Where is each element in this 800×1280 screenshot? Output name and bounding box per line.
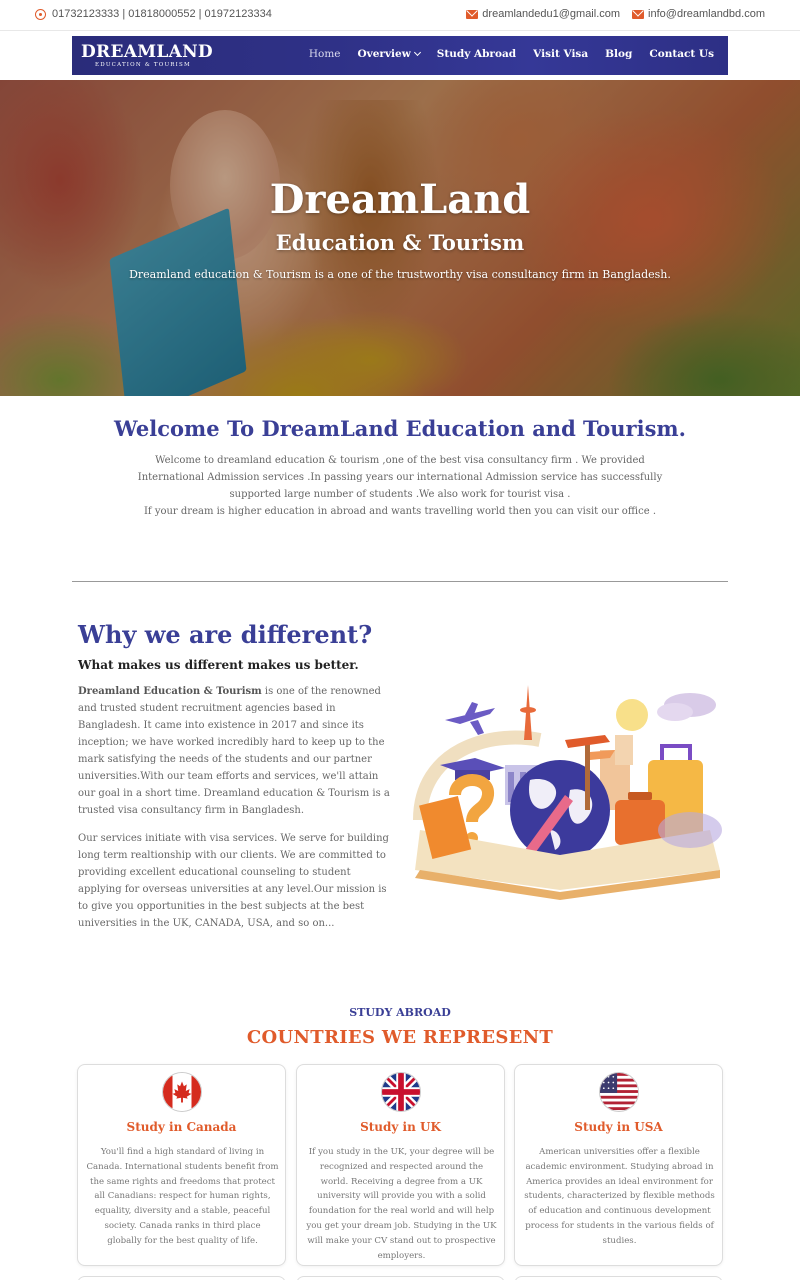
card-text: If you study in the UK, your degree will…	[306, 1147, 497, 1261]
welcome-heading: Welcome To DreamLand Education and Touri…	[114, 416, 686, 441]
email-text-2[interactable]: info@dreamlandbd.com	[648, 8, 765, 20]
card-title[interactable]: Study in UK	[297, 1120, 504, 1134]
study-abroad-label: STUDY ABROAD	[349, 1006, 451, 1019]
country-card-peek	[514, 1276, 723, 1280]
nav-item-visit-visa[interactable]: Visit Visa	[533, 48, 588, 60]
canada-flag-icon	[162, 1072, 202, 1112]
site-logo[interactable]: DREAMLAND EDUCATION & TOURISM	[81, 43, 213, 69]
nav-item-contact-us[interactable]: Contact Us	[649, 48, 714, 60]
email-contacts: dreamlandedu1@gmail.com info@dreamlandbd…	[466, 8, 765, 20]
chevron-down-icon	[413, 48, 421, 57]
company-name-bold: Dreamland Education & Tourism	[78, 686, 262, 697]
travel-education-illustration	[413, 685, 722, 900]
logo-main-text: DREAMLAND	[81, 42, 213, 62]
countries-heading: COUNTRIES WE REPRESENT	[246, 1027, 554, 1048]
logo-sub-text: EDUCATION & TOURISM	[95, 62, 191, 68]
why-paragraph-2: Our services initiate with visa services…	[78, 833, 389, 929]
email-link-1[interactable]: dreamlandedu1@gmail.com	[466, 8, 620, 20]
card-title[interactable]: Study in Canada	[78, 1120, 285, 1134]
phone-numbers: 01732123333 | 01818000552 | 01972123334	[35, 8, 272, 20]
why-subheading: What makes us different makes us better.	[78, 658, 359, 672]
nav-item-overview-label: Overview	[357, 48, 411, 60]
nav-menu: Home Overview Study Abroad Visit Visa Bl…	[309, 48, 714, 60]
nav-item-home[interactable]: Home	[309, 48, 341, 60]
why-paragraph-1-text: is one of the renowned and trusted stude…	[78, 686, 390, 816]
usa-flag-icon	[599, 1072, 639, 1112]
email-text-1[interactable]: dreamlandedu1@gmail.com	[482, 8, 620, 20]
country-card-uk[interactable]: Study in UK If you study in the UK, your…	[296, 1064, 505, 1266]
section-divider	[72, 581, 728, 582]
why-paragraph-1: Dreamland Education & Tourism is one of …	[78, 683, 396, 819]
nav-item-overview[interactable]: Overview	[357, 48, 421, 60]
country-card-peek	[77, 1276, 286, 1280]
country-card-usa[interactable]: Study in USA American universities offer…	[514, 1064, 723, 1266]
hero-subtitle: Education & Tourism	[275, 230, 525, 255]
welcome-paragraph-1: Welcome to dreamland education & tourism…	[137, 455, 663, 500]
hero-description: Dreamland education & Tourism is a one o…	[129, 268, 671, 281]
whatsapp-icon	[35, 8, 46, 20]
country-card-canada[interactable]: Study in Canada You'll find a high stand…	[77, 1064, 286, 1266]
nav-item-study-abroad[interactable]: Study Abroad	[437, 48, 516, 60]
card-text: You'll find a high standard of living in…	[86, 1147, 279, 1246]
welcome-text: Welcome to dreamland education & tourism…	[130, 452, 670, 520]
hero-title: DreamLand	[269, 176, 531, 223]
why-heading: Why we are different?	[78, 620, 373, 649]
envelope-icon	[632, 9, 645, 19]
card-title[interactable]: Study in USA	[515, 1120, 722, 1134]
nav-item-blog[interactable]: Blog	[605, 48, 632, 60]
email-link-2[interactable]: info@dreamlandbd.com	[632, 8, 765, 20]
card-text: American universities offer a flexible a…	[524, 1147, 715, 1246]
welcome-paragraph-2: If your dream is higher education in abr…	[143, 506, 656, 517]
uk-flag-icon	[381, 1072, 421, 1112]
hero-banner: DreamLand Education & Tourism Dreamland …	[0, 80, 800, 396]
top-contact-bar: 01732123333 | 01818000552 | 01972123334 …	[0, 0, 800, 31]
phone-text[interactable]: 01732123333 | 01818000552 | 01972123334	[52, 8, 272, 20]
envelope-icon	[466, 9, 479, 19]
country-card-peek	[296, 1276, 505, 1280]
main-navbar: DREAMLAND EDUCATION & TOURISM Home Overv…	[72, 36, 728, 75]
